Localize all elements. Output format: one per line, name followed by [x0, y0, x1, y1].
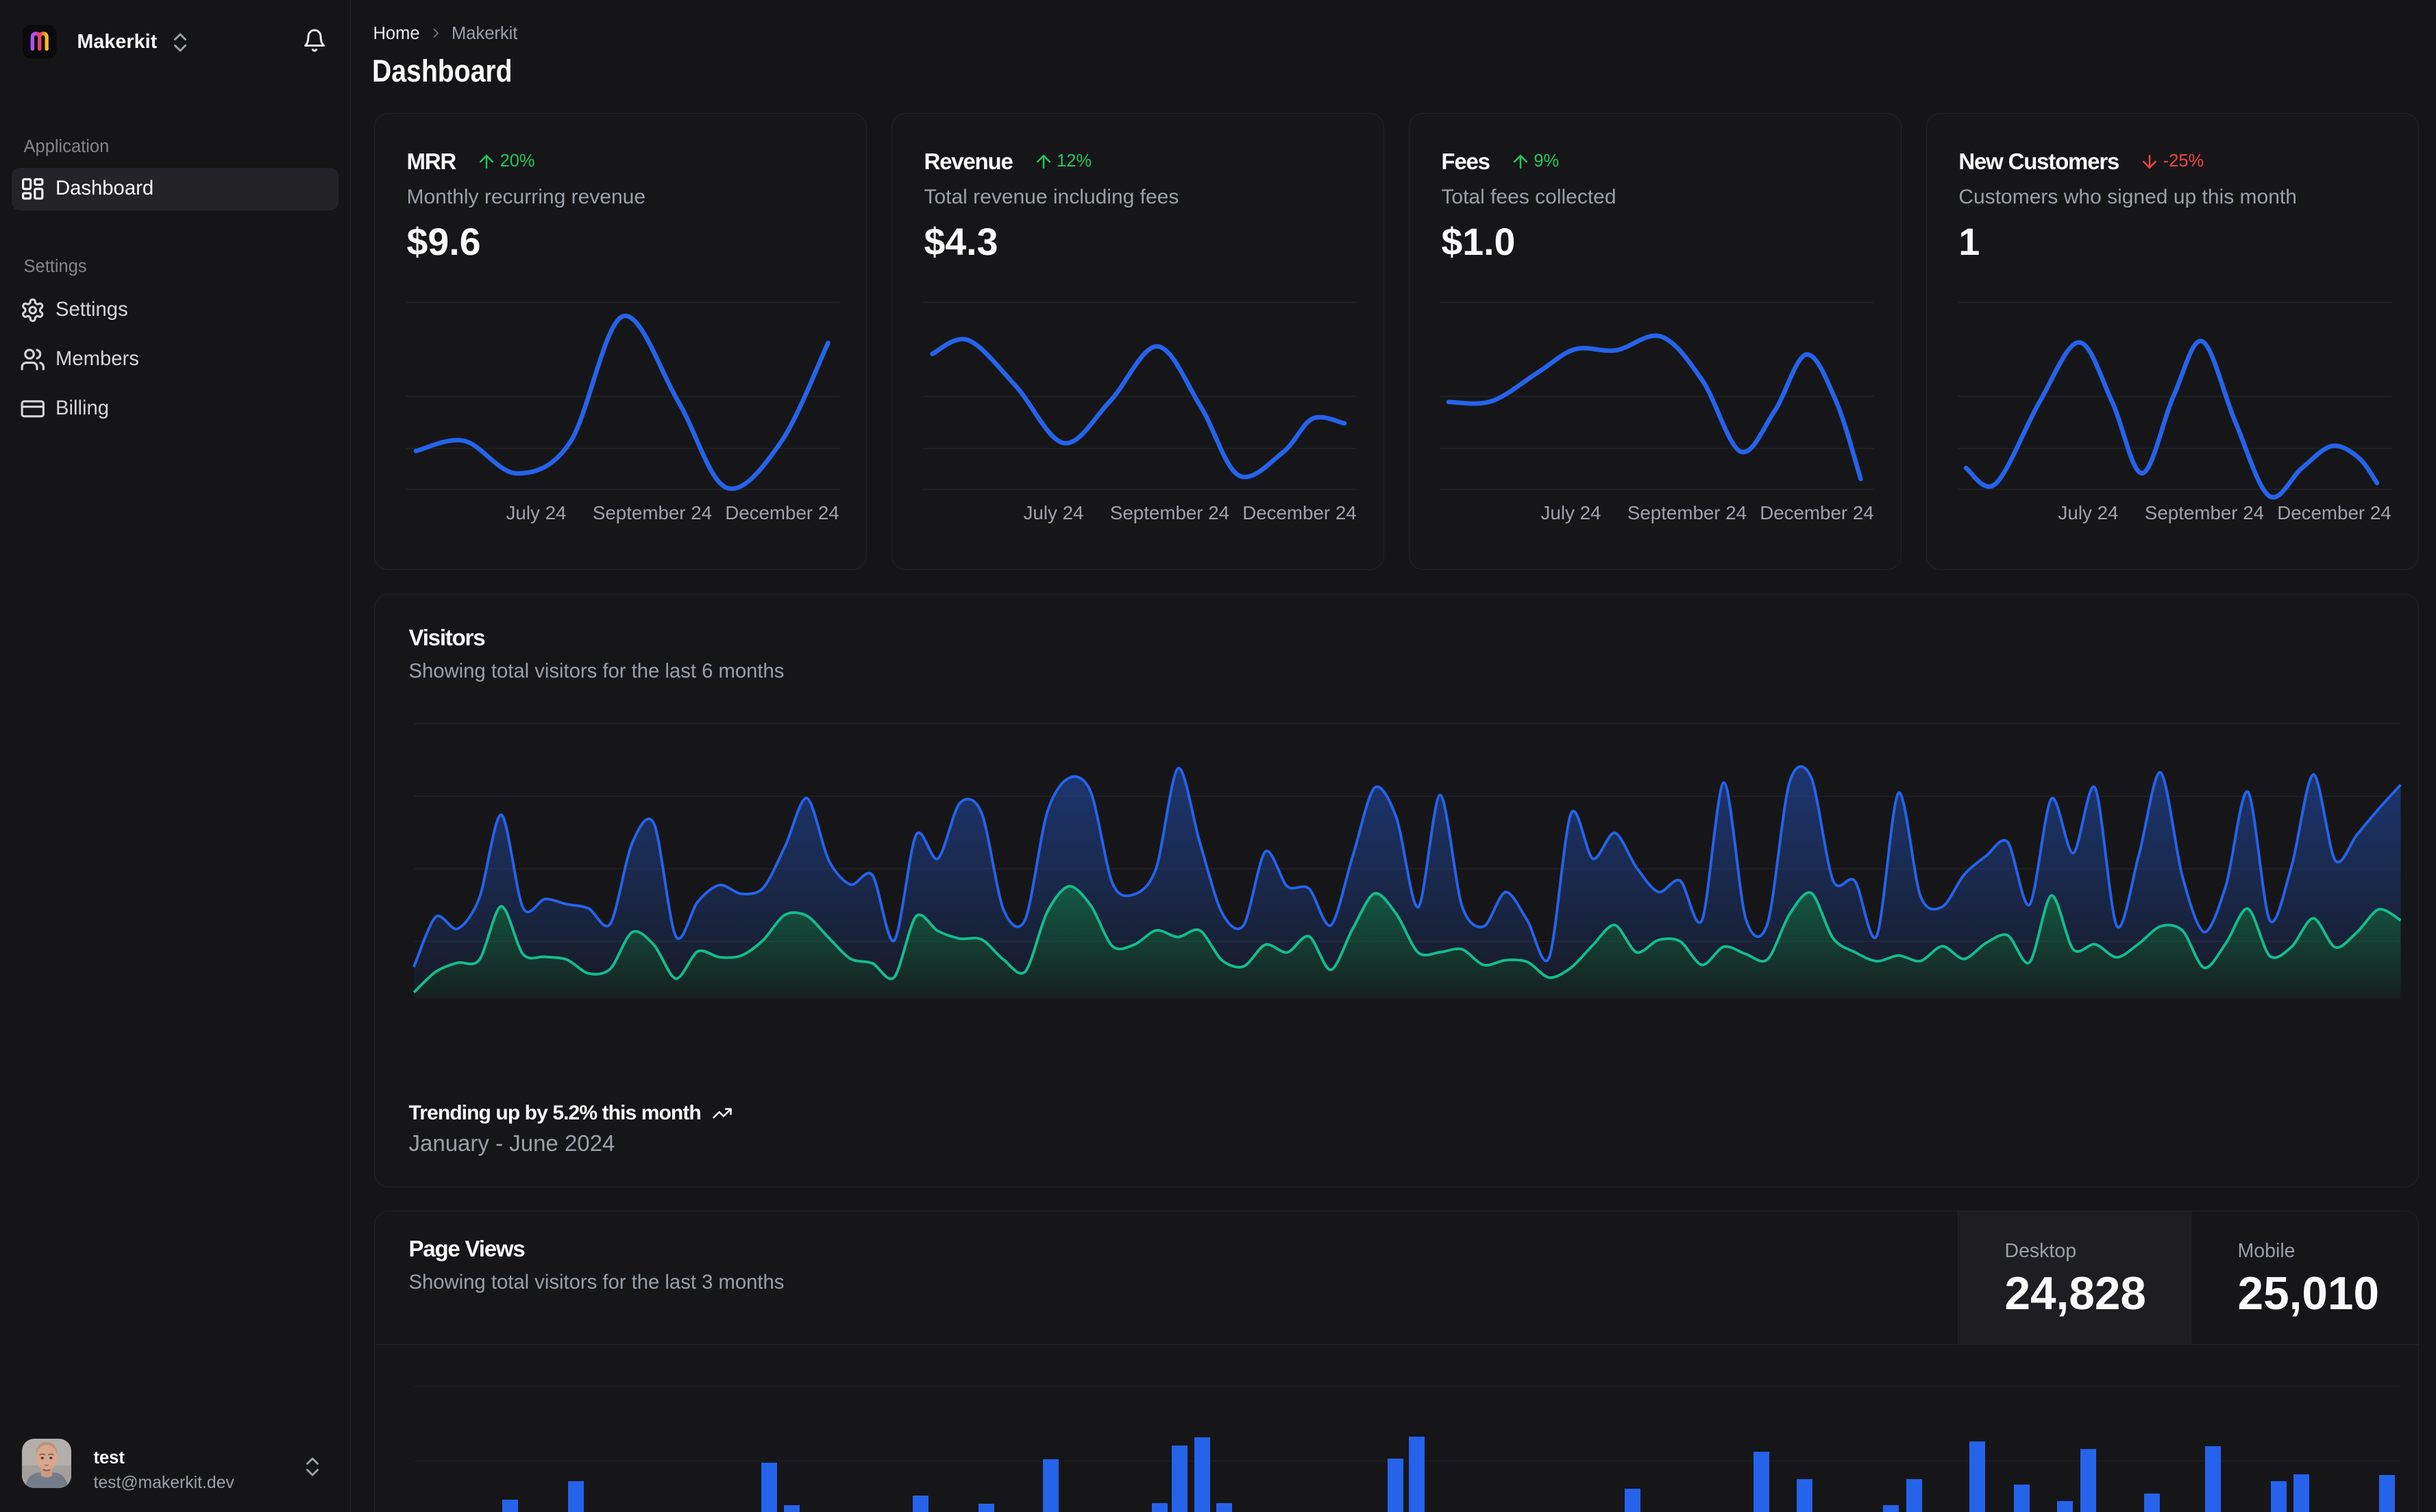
svg-text:December 24: December 24 — [1242, 503, 1357, 524]
svg-text:December 24: December 24 — [2277, 503, 2391, 524]
svg-text:September 24: September 24 — [2145, 503, 2264, 524]
svg-text:September 24: September 24 — [1110, 503, 1229, 524]
svg-text:December 24: December 24 — [1760, 503, 1874, 524]
svg-text:September 24: September 24 — [593, 503, 712, 524]
svg-text:December 24: December 24 — [725, 503, 839, 524]
svg-text:July 24: July 24 — [1023, 503, 1083, 524]
svg-text:September 24: September 24 — [1627, 503, 1747, 524]
svg-text:July 24: July 24 — [506, 503, 567, 524]
svg-text:July 24: July 24 — [1540, 503, 1601, 524]
svg-text:July 24: July 24 — [2058, 503, 2118, 524]
